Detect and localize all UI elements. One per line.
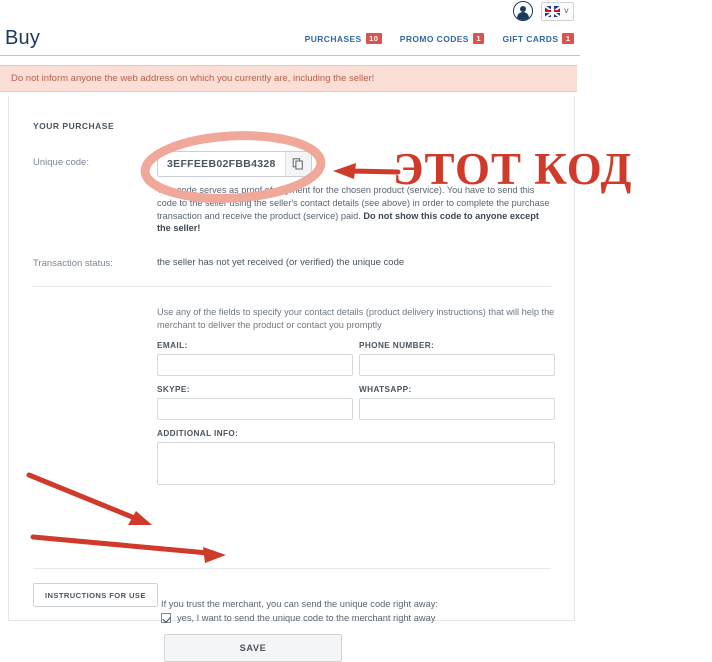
annotation-text-etot-kod: ЭТОТ КОД xyxy=(393,144,633,194)
send-code-checkbox-label: yes, I want to send the unique code to t… xyxy=(177,613,436,623)
contact-fields-grid-2: SKYPE: WHATSAPP: xyxy=(157,385,555,420)
label-unique-code: Unique code: xyxy=(33,157,89,168)
label-phone-number: PHONE NUMBER: xyxy=(359,341,435,350)
user-avatar-icon[interactable] xyxy=(512,1,533,21)
field-row-gap xyxy=(157,376,555,385)
chevron-down-icon: ˅ xyxy=(563,5,569,16)
unique-code-value: 3EFFEEB02FBB4328 xyxy=(167,158,276,170)
email-field[interactable] xyxy=(157,354,353,376)
badge-purchases: 10 xyxy=(365,33,382,44)
nav-item-promo-codes[interactable]: PROMO CODES 1 xyxy=(400,33,485,44)
label-whatsapp: WHATSAPP: xyxy=(359,385,412,394)
instructions-for-use-button[interactable]: INSTRUCTIONS FOR USE xyxy=(33,583,158,607)
nav-item-gift-cards[interactable]: GIFT CARDS 1 xyxy=(502,33,574,44)
flag-cross-horizontal xyxy=(544,10,560,12)
avatar-body-shape xyxy=(516,12,529,20)
whatsapp-group: WHATSAPP: xyxy=(359,385,555,420)
section-title-your-purchase: YOUR PURCHASE xyxy=(33,121,115,131)
transaction-status-value: the seller has not yet received (or veri… xyxy=(157,257,405,268)
language-selector[interactable]: ˅ xyxy=(540,1,574,21)
copy-icon[interactable] xyxy=(284,152,311,176)
contact-form: EMAIL: PHONE NUMBER: SKYPE: WHATSAPP: AD… xyxy=(157,341,555,490)
nav-label-gift-cards: GIFT CARDS xyxy=(502,33,559,44)
badge-gift-cards: 1 xyxy=(562,33,574,44)
additional-info-field[interactable] xyxy=(157,442,555,485)
save-button[interactable]: SAVE xyxy=(164,634,342,662)
send-code-checkbox[interactable] xyxy=(161,613,171,623)
header-nav: PURCHASES 10 PROMO CODES 1 GIFT CARDS 1 xyxy=(305,33,580,44)
email-group: EMAIL: xyxy=(157,341,353,376)
contact-fields-grid: EMAIL: PHONE NUMBER: xyxy=(157,341,555,376)
trust-merchant-text: If you trust the merchant, you can send … xyxy=(161,599,439,609)
site-header: Buy PURCHASES 10 PROMO CODES 1 GIFT CARD… xyxy=(0,22,580,56)
phone-number-field[interactable] xyxy=(359,354,555,376)
send-code-checkbox-row[interactable]: yes, I want to send the unique code to t… xyxy=(161,613,435,623)
avatar-head-shape xyxy=(519,5,526,12)
warning-banner: Do not inform anyone the web address on … xyxy=(0,65,577,92)
nav-label-promo-codes: PROMO CODES xyxy=(399,33,469,44)
flag-cross-vertical xyxy=(551,5,554,17)
page-title: Buy xyxy=(5,27,41,49)
skype-field[interactable] xyxy=(157,398,353,420)
skype-group: SKYPE: xyxy=(157,385,353,420)
field-row-gap-2 xyxy=(157,420,555,429)
top-utility-bar: ˅ xyxy=(0,0,580,22)
phone-group: PHONE NUMBER: xyxy=(359,341,555,376)
whatsapp-field[interactable] xyxy=(359,398,555,420)
additional-info-group: ADDITIONAL INFO: xyxy=(157,429,555,490)
divider-bottom xyxy=(33,568,551,569)
label-additional-info: ADDITIONAL INFO: xyxy=(157,429,239,438)
nav-item-purchases[interactable]: PURCHASES 10 xyxy=(305,33,382,44)
label-skype: SKYPE: xyxy=(157,385,190,394)
unique-code-field[interactable]: 3EFFEEB02FBB4328 xyxy=(157,151,312,177)
badge-promo-codes: 1 xyxy=(472,33,485,44)
label-email: EMAIL: xyxy=(157,341,188,350)
divider-top xyxy=(33,286,551,287)
contact-fields-hint: Use any of the fields to specify your co… xyxy=(157,307,555,330)
uk-flag-icon xyxy=(544,5,560,17)
label-transaction-status: Transaction status: xyxy=(33,258,113,269)
nav-label-purchases: PURCHASES xyxy=(304,33,362,44)
